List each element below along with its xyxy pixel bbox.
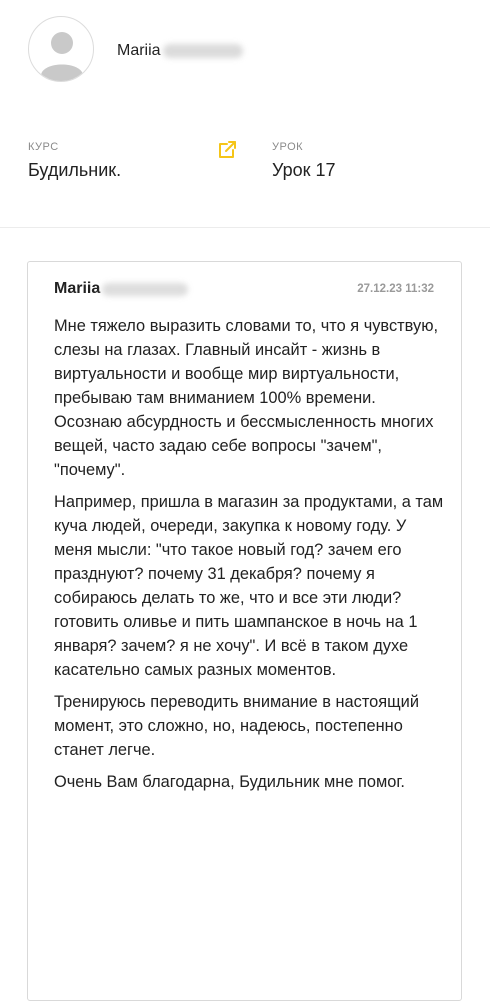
comment-author-last-redacted [102,282,189,296]
course-value: Будильник. [28,160,122,180]
user-first-name: Mariia [117,42,161,59]
comment-date: 27.12.23 11:32 [357,283,434,295]
user-name[interactable]: Mariia [117,42,243,60]
comment-paragraph: Очень Вам благодарна, Будильник мне помо… [54,773,405,791]
lesson-label: УРОК [272,141,304,153]
comment-author: Mariia [54,280,189,298]
external-link-icon[interactable] [216,139,238,161]
comment-body: Мне тяжело выразить словами то, что я чу… [54,314,446,802]
comment-paragraph: Мне тяжело выразить словами то, что я чу… [54,317,439,479]
lesson-value: Урок 17 [272,160,336,180]
divider [0,227,490,228]
user-last-name-redacted [162,44,243,58]
course-label: КУРС [28,141,59,153]
comment-paragraph: Тренируюсь переводить внимание в настоящ… [54,693,419,759]
comment-paragraph: Например, пришла в магазин за продуктами… [54,493,444,679]
comment-card: Mariia 27.12.23 11:32 Мне тяжело выразит… [27,261,462,1001]
user-avatar-icon[interactable] [28,16,94,82]
lesson-header: Mariia КУРС Будильник. УРОК Урок 17 [0,0,490,228]
comment-author-first: Mariia [54,280,101,297]
